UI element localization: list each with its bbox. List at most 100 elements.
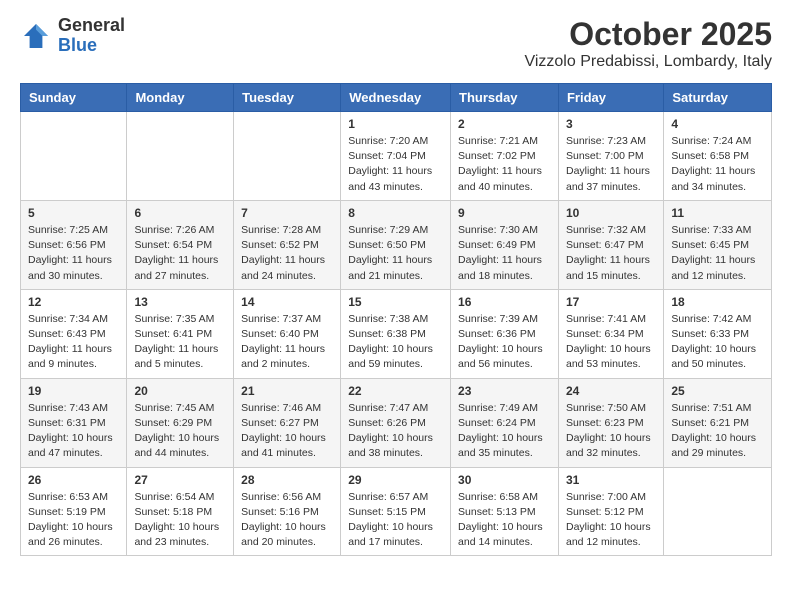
day-info: Sunrise: 7:29 AM Sunset: 6:50 PM Dayligh…: [348, 223, 443, 284]
calendar-week-row: 19Sunrise: 7:43 AM Sunset: 6:31 PM Dayli…: [21, 378, 772, 467]
day-number: 28: [241, 473, 333, 487]
calendar-cell: [127, 112, 234, 201]
day-number: 9: [458, 206, 551, 220]
day-number: 17: [566, 295, 656, 309]
day-number: 11: [671, 206, 764, 220]
day-number: 6: [134, 206, 226, 220]
day-info: Sunrise: 7:50 AM Sunset: 6:23 PM Dayligh…: [566, 401, 656, 462]
day-info: Sunrise: 7:25 AM Sunset: 6:56 PM Dayligh…: [28, 223, 119, 284]
day-number: 18: [671, 295, 764, 309]
calendar-cell: 29Sunrise: 6:57 AM Sunset: 5:15 PM Dayli…: [341, 467, 451, 556]
day-number: 20: [134, 384, 226, 398]
day-number: 22: [348, 384, 443, 398]
day-info: Sunrise: 7:24 AM Sunset: 6:58 PM Dayligh…: [671, 134, 764, 195]
calendar-header-row: SundayMondayTuesdayWednesdayThursdayFrid…: [21, 84, 772, 112]
calendar-week-row: 1 Sunrise: 7:20 AM Sunset: 7:04 PM Daylig…: [21, 112, 772, 201]
calendar-cell: 2 Sunrise: 7:21 AM Sunset: 7:02 PM Daylig…: [451, 112, 559, 201]
logo-blue: Blue: [58, 36, 125, 56]
calendar-cell: 24 Sunrise: 7:50 AM Sunset: 6:23 PM Dayli…: [558, 378, 663, 467]
day-info: Sunrise: 7:43 AM Sunset: 6:31 PM Dayligh…: [28, 401, 119, 462]
day-number: 5: [28, 206, 119, 220]
day-number: 23: [458, 384, 551, 398]
day-info: Sunrise: 7:28 AM Sunset: 6:52 PM Dayligh…: [241, 223, 333, 284]
day-info: Sunrise: 7:46 AM Sunset: 6:27 PM Dayligh…: [241, 401, 333, 462]
day-info: Sunrise: 7:00 AM Sunset: 5:12 PM Dayligh…: [566, 490, 656, 551]
day-info: Sunrise: 7:20 AM Sunset: 7:04 PM Dayligh…: [348, 134, 443, 195]
calendar-cell: 10 Sunrise: 7:32 AM Sunset: 6:47 PM Dayli…: [558, 200, 663, 289]
calendar-cell: 12Sunrise: 7:34 AM Sunset: 6:43 PM Dayli…: [21, 289, 127, 378]
calendar-week-row: 26 Sunrise: 6:53 AM Sunset: 5:19 PM Dayli…: [21, 467, 772, 556]
calendar-week-row: 12Sunrise: 7:34 AM Sunset: 6:43 PM Dayli…: [21, 289, 772, 378]
logo-general: General: [58, 16, 125, 36]
calendar-cell: [234, 112, 341, 201]
day-info: Sunrise: 7:39 AM Sunset: 6:36 PM Dayligh…: [458, 312, 551, 373]
day-number: 31: [566, 473, 656, 487]
weekday-header-thursday: Thursday: [451, 84, 559, 112]
logo-icon: [20, 20, 52, 52]
day-number: 26: [28, 473, 119, 487]
calendar-cell: 6 Sunrise: 7:26 AM Sunset: 6:54 PM Daylig…: [127, 200, 234, 289]
month-title: October 2025: [524, 16, 772, 53]
calendar-cell: 25Sunrise: 7:51 AM Sunset: 6:21 PM Dayli…: [664, 378, 772, 467]
calendar-table: SundayMondayTuesdayWednesdayThursdayFrid…: [20, 83, 772, 556]
day-info: Sunrise: 7:32 AM Sunset: 6:47 PM Dayligh…: [566, 223, 656, 284]
weekday-header-sunday: Sunday: [21, 84, 127, 112]
day-info: Sunrise: 7:49 AM Sunset: 6:24 PM Dayligh…: [458, 401, 551, 462]
location-title: Vizzolo Predabissi, Lombardy, Italy: [524, 53, 772, 71]
day-number: 14: [241, 295, 333, 309]
day-info: Sunrise: 7:26 AM Sunset: 6:54 PM Dayligh…: [134, 223, 226, 284]
day-number: 15: [348, 295, 443, 309]
day-info: Sunrise: 7:30 AM Sunset: 6:49 PM Dayligh…: [458, 223, 551, 284]
calendar-cell: 17 Sunrise: 7:41 AM Sunset: 6:34 PM Dayli…: [558, 289, 663, 378]
day-number: 16: [458, 295, 551, 309]
calendar-cell: [21, 112, 127, 201]
day-info: Sunrise: 6:54 AM Sunset: 5:18 PM Dayligh…: [134, 490, 226, 551]
day-info: Sunrise: 7:23 AM Sunset: 7:00 PM Dayligh…: [566, 134, 656, 195]
day-info: Sunrise: 7:45 AM Sunset: 6:29 PM Dayligh…: [134, 401, 226, 462]
calendar-cell: 13 Sunrise: 7:35 AM Sunset: 6:41 PM Dayli…: [127, 289, 234, 378]
day-number: 8: [348, 206, 443, 220]
logo: General Blue: [20, 16, 125, 56]
day-info: Sunrise: 7:34 AM Sunset: 6:43 PM Dayligh…: [28, 312, 119, 373]
calendar-cell: 4 Sunrise: 7:24 AM Sunset: 6:58 PM Daylig…: [664, 112, 772, 201]
day-info: Sunrise: 7:47 AM Sunset: 6:26 PM Dayligh…: [348, 401, 443, 462]
calendar-cell: 26 Sunrise: 6:53 AM Sunset: 5:19 PM Dayli…: [21, 467, 127, 556]
day-number: 10: [566, 206, 656, 220]
calendar-cell: 18Sunrise: 7:42 AM Sunset: 6:33 PM Dayli…: [664, 289, 772, 378]
calendar-cell: 28 Sunrise: 6:56 AM Sunset: 5:16 PM Dayli…: [234, 467, 341, 556]
weekday-header-saturday: Saturday: [664, 84, 772, 112]
weekday-header-monday: Monday: [127, 84, 234, 112]
weekday-header-wednesday: Wednesday: [341, 84, 451, 112]
day-number: 7: [241, 206, 333, 220]
day-number: 4: [671, 117, 764, 131]
day-info: Sunrise: 7:38 AM Sunset: 6:38 PM Dayligh…: [348, 312, 443, 373]
day-number: 27: [134, 473, 226, 487]
day-number: 29: [348, 473, 443, 487]
day-number: 1: [348, 117, 443, 131]
header: General Blue October 2025 Vizzolo Predab…: [20, 16, 772, 71]
page: General Blue October 2025 Vizzolo Predab…: [0, 0, 792, 572]
calendar-cell: 5 Sunrise: 7:25 AM Sunset: 6:56 PM Daylig…: [21, 200, 127, 289]
calendar-cell: 16 Sunrise: 7:39 AM Sunset: 6:36 PM Dayli…: [451, 289, 559, 378]
day-number: 13: [134, 295, 226, 309]
calendar-cell: 30 Sunrise: 6:58 AM Sunset: 5:13 PM Dayli…: [451, 467, 559, 556]
calendar-cell: 9 Sunrise: 7:30 AM Sunset: 6:49 PM Daylig…: [451, 200, 559, 289]
day-info: Sunrise: 7:41 AM Sunset: 6:34 PM Dayligh…: [566, 312, 656, 373]
day-info: Sunrise: 7:33 AM Sunset: 6:45 PM Dayligh…: [671, 223, 764, 284]
day-number: 2: [458, 117, 551, 131]
day-info: Sunrise: 7:21 AM Sunset: 7:02 PM Dayligh…: [458, 134, 551, 195]
calendar-cell: 31 Sunrise: 7:00 AM Sunset: 5:12 PM Dayli…: [558, 467, 663, 556]
calendar-cell: 15 Sunrise: 7:38 AM Sunset: 6:38 PM Dayli…: [341, 289, 451, 378]
calendar-cell: 7 Sunrise: 7:28 AM Sunset: 6:52 PM Daylig…: [234, 200, 341, 289]
day-info: Sunrise: 6:56 AM Sunset: 5:16 PM Dayligh…: [241, 490, 333, 551]
calendar-cell: [664, 467, 772, 556]
calendar-cell: 8 Sunrise: 7:29 AM Sunset: 6:50 PM Daylig…: [341, 200, 451, 289]
calendar-cell: 27 Sunrise: 6:54 AM Sunset: 5:18 PM Dayli…: [127, 467, 234, 556]
day-info: Sunrise: 6:58 AM Sunset: 5:13 PM Dayligh…: [458, 490, 551, 551]
day-number: 24: [566, 384, 656, 398]
day-number: 30: [458, 473, 551, 487]
day-number: 3: [566, 117, 656, 131]
day-number: 21: [241, 384, 333, 398]
day-info: Sunrise: 6:53 AM Sunset: 5:19 PM Dayligh…: [28, 490, 119, 551]
day-info: Sunrise: 7:35 AM Sunset: 6:41 PM Dayligh…: [134, 312, 226, 373]
